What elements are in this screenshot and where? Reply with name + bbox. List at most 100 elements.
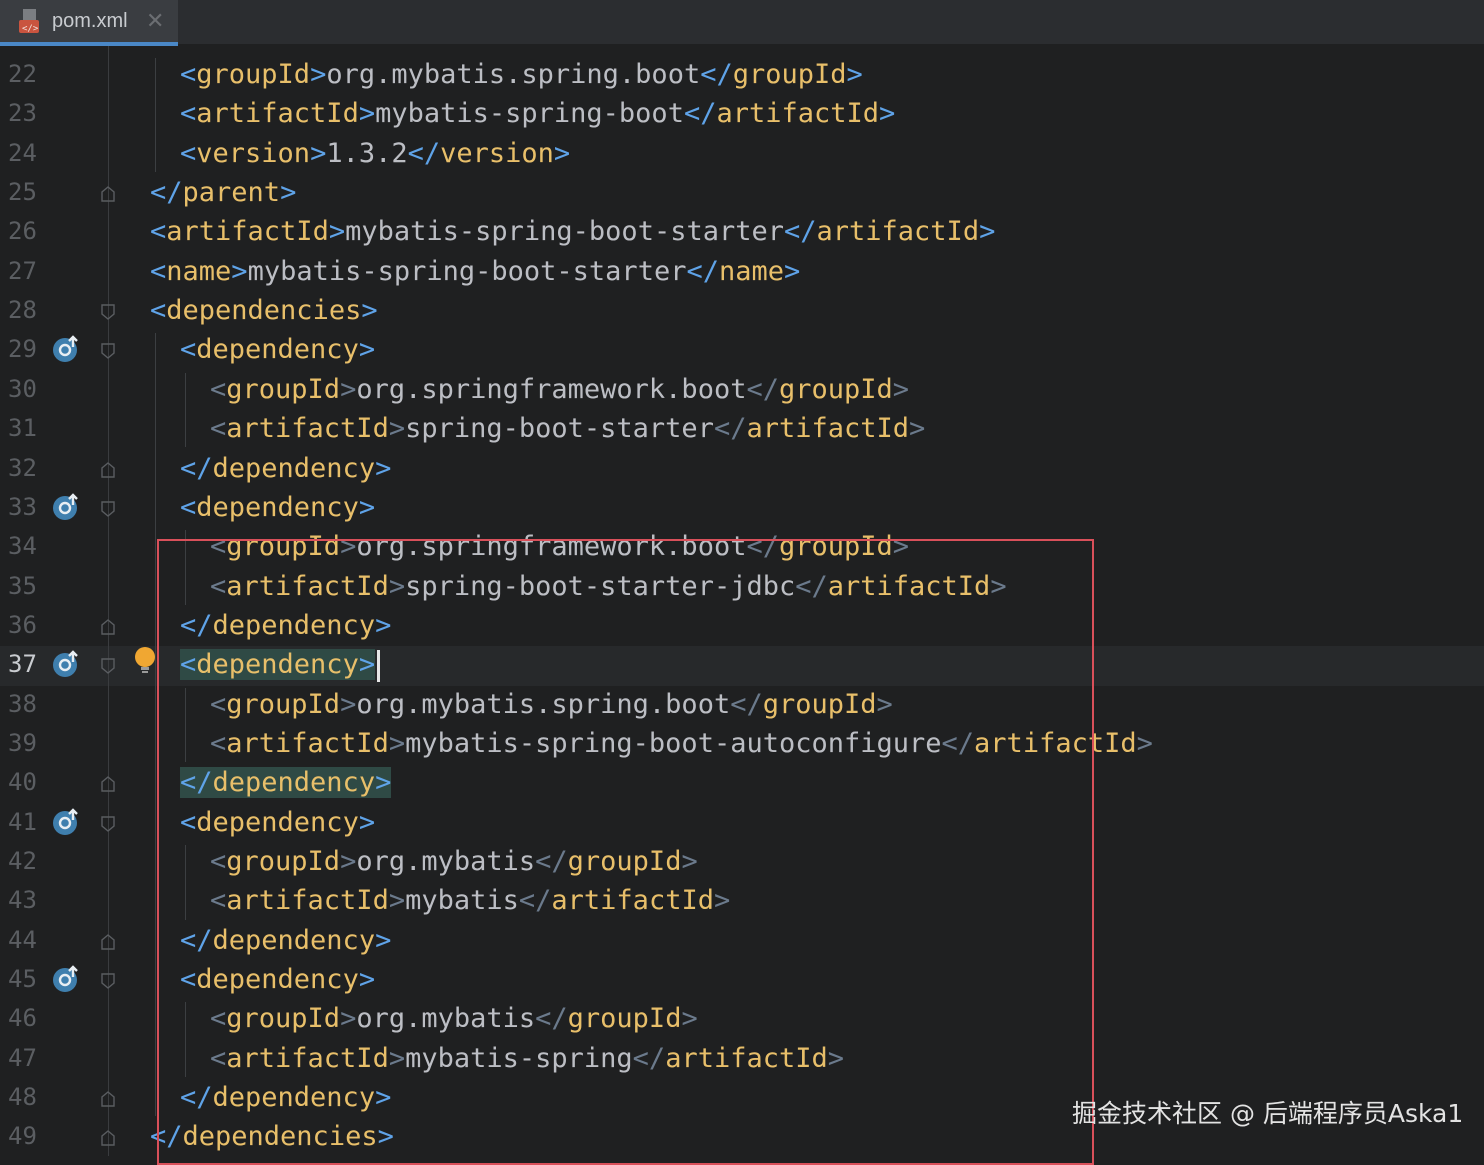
angle-bracket: </ (686, 255, 719, 287)
xml-file-icon: </> (19, 9, 39, 34)
code-line[interactable]: 22 <groupId>org.mybatis.spring.boot</grou… (0, 56, 1484, 96)
code-line[interactable]: 26 <artifactId>mybatis-spring-boot-starte… (0, 213, 1484, 253)
code-editor[interactable]: 22 <groupId>org.mybatis.spring.boot</grou… (0, 46, 1484, 1165)
tag-name: artifactId (196, 98, 359, 130)
code-line[interactable]: 24 <version>1.3.2</version> (0, 135, 1484, 175)
line-number: 43 (8, 886, 37, 915)
line-number: 41 (8, 807, 37, 836)
code-text: <name>mybatis-spring-boot-starter</name> (150, 255, 800, 289)
tag-value: spring-boot-starter (405, 413, 714, 445)
angle-bracket: > (979, 216, 996, 248)
angle-bracket: < (180, 98, 197, 130)
fold-collapse-icon[interactable] (101, 973, 115, 989)
tag-name: version (440, 137, 554, 169)
angle-bracket: > (310, 137, 327, 169)
angle-bracket: < (180, 137, 197, 169)
angle-bracket: </ (150, 177, 183, 209)
maven-dependency-icon[interactable] (52, 335, 80, 363)
line-number: 32 (8, 453, 37, 482)
tag-name: artifactId (166, 216, 329, 248)
fold-collapse-icon[interactable] (101, 501, 115, 517)
editor-tab-bar: </> pom.xml ✕ (0, 0, 1484, 46)
tag-name: groupId (778, 373, 893, 405)
code-text: <artifactId>spring-boot-starter</artifac… (210, 412, 925, 446)
line-number: 35 (8, 571, 37, 600)
angle-bracket: < (150, 295, 167, 327)
angle-bracket: </ (713, 413, 747, 445)
xml-close-tag: </artifactId> (684, 98, 895, 129)
angle-bracket: > (553, 137, 571, 169)
code-line[interactable]: 30 <groupId>org.springframework.boot</gro… (0, 371, 1484, 411)
close-icon[interactable]: ✕ (146, 8, 164, 34)
angle-bracket: </ (683, 98, 717, 130)
code-line[interactable]: 23 <artifactId>mybatis-spring-boot</artif… (0, 95, 1484, 135)
maven-dependency-icon[interactable] (52, 650, 80, 678)
code-text: <dependency> (180, 333, 375, 367)
xml-open-tag: <name> (150, 256, 248, 287)
fold-collapse-icon[interactable] (101, 815, 115, 832)
tag-value: org.mybatis.spring.boot (326, 59, 701, 90)
fold-collapse-icon[interactable] (101, 658, 115, 675)
angle-bracket: </ (784, 216, 817, 248)
line-number: 25 (8, 178, 37, 207)
angle-bracket: > (231, 255, 248, 287)
fold-collapse-icon[interactable] (101, 343, 115, 360)
xml-open-tag: <dependency> (180, 492, 375, 523)
angle-bracket: </ (700, 59, 733, 90)
xml-close-tag: </dependency> (180, 453, 391, 484)
maven-dependency-icon[interactable] (52, 965, 80, 993)
tag-name: groupId (226, 373, 341, 405)
fold-end-icon[interactable] (101, 1130, 115, 1147)
tag-value: 1.3.2 (326, 137, 408, 169)
code-line[interactable]: 33 <dependency> (0, 489, 1484, 529)
code-text: <groupId>org.mybatis.spring.boot</groupI… (180, 58, 863, 92)
angle-bracket: </ (746, 373, 779, 405)
code-line[interactable]: 25 </parent> (0, 174, 1484, 214)
maven-dependency-icon[interactable] (52, 807, 80, 836)
fold-end-icon[interactable] (101, 1091, 115, 1107)
tag-name: parent (182, 177, 281, 209)
code-line[interactable]: 29 <dependency> (0, 331, 1484, 371)
code-line[interactable]: 28 <dependencies> (0, 292, 1484, 332)
angle-bracket: > (361, 295, 378, 327)
tag-name: name (166, 255, 232, 287)
tag-name: dependency (196, 334, 359, 366)
maven-dependency-icon[interactable] (52, 493, 80, 521)
tag-name: name (718, 255, 785, 287)
code-text: <dependency> (180, 491, 375, 525)
lightbulb-icon[interactable] (133, 646, 157, 678)
angle-bracket: </ (407, 137, 441, 169)
line-number: 49 (8, 1122, 37, 1151)
fold-end-icon[interactable] (101, 186, 115, 202)
tag-name: artifactId (816, 216, 980, 248)
code-line[interactable]: 27 <name>mybatis-spring-boot-starter</nam… (0, 253, 1484, 293)
xml-close-tag: </parent> (150, 177, 296, 208)
fold-end-icon[interactable] (101, 933, 115, 950)
angle-bracket: > (328, 216, 346, 248)
watermark: 掘金技术社区 @ 后端程序员Aska1 (1072, 1099, 1464, 1128)
line-number: 28 (8, 296, 37, 325)
angle-bracket: < (210, 373, 227, 405)
line-number: 39 (8, 728, 37, 757)
fold-collapse-icon[interactable] (101, 304, 115, 321)
tag-name: groupId (196, 59, 311, 90)
fold-end-icon[interactable] (101, 461, 115, 478)
tag-name: dependencies (166, 295, 362, 327)
code-line[interactable]: 31 <artifactId>spring-boot-starter</artif… (0, 410, 1484, 450)
angle-bracket: > (784, 255, 801, 287)
code-text: </dependency> (180, 452, 391, 486)
fold-end-icon[interactable] (101, 618, 115, 635)
code-text: <artifactId>mybatis-spring-boot-starter<… (150, 215, 995, 249)
angle-bracket: < (210, 413, 227, 445)
angle-bracket: > (310, 59, 327, 90)
xml-close-tag: </artifactId> (784, 216, 995, 247)
xml-open-tag: <dependencies> (150, 295, 378, 326)
tab-pom-xml[interactable]: </> pom.xml ✕ (0, 0, 178, 44)
angle-bracket: > (280, 177, 297, 209)
tag-name: dependency (196, 491, 359, 523)
xml-open-tag: <dependency> (180, 334, 375, 365)
code-line[interactable]: 32 </dependency> (0, 450, 1484, 490)
xml-open-tag: <artifactId> (210, 413, 405, 444)
fold-end-icon[interactable] (101, 776, 115, 792)
line-number: 23 (8, 99, 37, 128)
